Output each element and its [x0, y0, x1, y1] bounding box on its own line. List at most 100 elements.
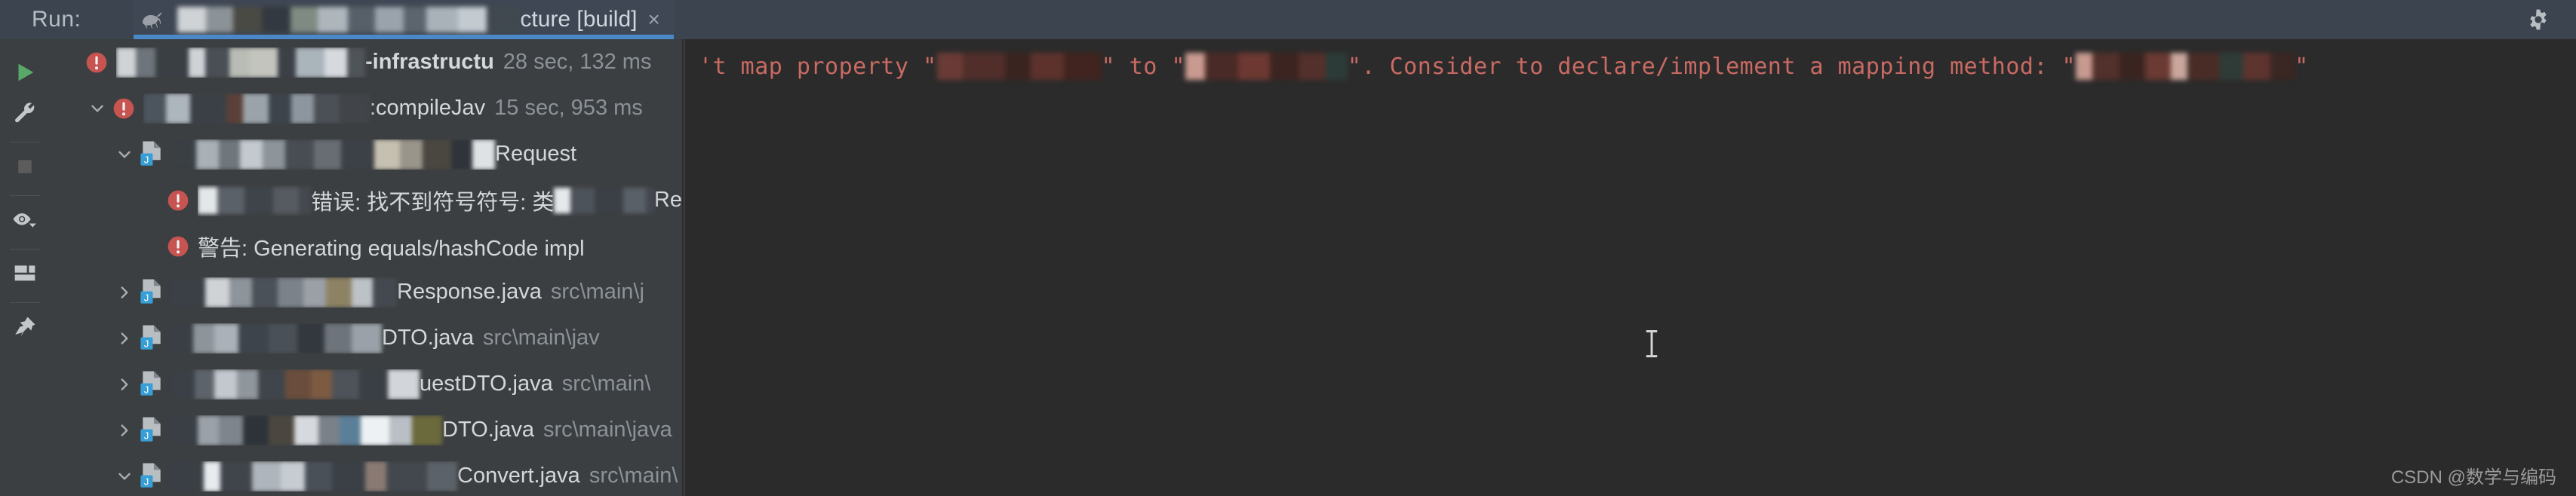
text-cursor-icon [1646, 330, 1658, 357]
java-file-icon: J [140, 140, 161, 165]
gradle-elephant-icon [143, 12, 162, 29]
svg-text:J: J [144, 384, 149, 395]
redacted-text [171, 277, 397, 308]
rerun-button[interactable] [7, 54, 43, 90]
redacted-text [171, 461, 457, 491]
wrench-icon [15, 103, 35, 123]
row-file-path: src\main\ [589, 464, 678, 488]
console-seg-3: ". Consider to declare/implement a mappi… [1347, 53, 2076, 80]
console-seg-4: " [2295, 53, 2309, 80]
redacted-text [143, 93, 370, 124]
redacted-text [198, 186, 312, 214]
stop-square-icon [18, 160, 32, 173]
row-label-text: 错误: 找不到符号符号: 类 [311, 190, 555, 215]
row-label: DTO.java src\main\jav [171, 323, 600, 354]
tree-row[interactable]: :compileJav 15 sec, 953 ms [50, 85, 682, 131]
build-console-panel[interactable]: 't map property " " to " ". Consider to de… [685, 39, 2576, 496]
row-label: :compileJav 15 sec, 953 ms [143, 93, 643, 124]
eye-dropdown-icon [13, 213, 36, 228]
row-label: 警告: Generating equals/hashCode impl [198, 231, 585, 262]
row-label-text: 警告: Generating equals/hashCode impl [198, 236, 585, 261]
toolbar-separator [10, 195, 40, 196]
redacted-mapping-method [2076, 53, 2295, 80]
layout-button[interactable] [7, 256, 43, 292]
error-icon [168, 236, 189, 256]
row-label: -infrastructu 28 sec, 132 ms [116, 47, 651, 78]
chevron-right-icon[interactable] [115, 283, 134, 302]
row-label-text: Convert.java [457, 464, 580, 488]
csdn-watermark: CSDN @数学与编码 [2390, 467, 2556, 488]
console-seg-1: 't map property " [699, 53, 937, 80]
pin-icon [15, 317, 35, 337]
row-label-text: Request [495, 142, 577, 166]
run-tab-title: cture [build] [177, 7, 637, 32]
toggle-view-button[interactable] [7, 202, 43, 238]
redacted-target-property [1185, 53, 1348, 80]
console-seg-2: " to " [1101, 53, 1185, 80]
chevron-right-icon[interactable] [115, 329, 134, 348]
row-label-text: uestDTO.java [420, 372, 553, 396]
run-tool-window-body: -infrastructu 28 sec, 132 ms :compileJav 15… [0, 39, 2576, 496]
row-label-text: -infrastructu [365, 50, 494, 74]
row-file-path: src\main\ [561, 372, 651, 396]
tree-row[interactable]: J DTO.java src\main\jav [50, 315, 682, 361]
error-icon [113, 98, 134, 118]
redacted-text [171, 369, 420, 400]
tree-row[interactable]: J Response.java src\main\j [50, 269, 682, 315]
java-file-icon: J [140, 462, 161, 487]
row-file-path: src\main\java [543, 418, 672, 442]
java-file-icon: J [140, 416, 161, 441]
tree-row[interactable]: J Request [50, 131, 682, 177]
chevron-down-icon[interactable] [115, 467, 134, 486]
run-tab-build[interactable]: cture [build] × [134, 0, 674, 39]
redacted-text [554, 187, 654, 213]
row-label-text: DTO.java [382, 326, 474, 350]
redacted-text [171, 323, 382, 354]
row-label-text: Response.java [397, 280, 542, 304]
row-label: Request [171, 139, 576, 170]
toolbar-separator [10, 249, 40, 250]
tree-row[interactable]: JuestDTO.java src\main\ [50, 361, 682, 407]
row-label: DTO.java src\main\java [171, 415, 672, 445]
run-tool-window-header: Run: cture [build] × [0, 0, 2576, 39]
row-duration: 28 sec, 132 ms [503, 50, 652, 74]
redacted-text [171, 415, 442, 445]
toolbar-separator [10, 302, 40, 303]
tree-row[interactable]: 警告: Generating equals/hashCode impl [50, 223, 682, 269]
grid-layout-icon [14, 265, 35, 281]
redacted-source-property [936, 53, 1102, 80]
settings-button[interactable] [7, 95, 43, 131]
row-label-text: DTO.java [442, 418, 534, 442]
close-icon[interactable]: × [647, 9, 659, 30]
svg-text:J: J [144, 430, 149, 441]
tree-row[interactable]: -infrastructu 28 sec, 132 ms [50, 39, 682, 85]
row-label-suffix: Re [653, 188, 682, 212]
build-tree-panel[interactable]: -infrastructu 28 sec, 132 ms :compileJav 15… [50, 39, 684, 496]
svg-text:J: J [144, 154, 149, 165]
row-label: Convert.java src\main\ [171, 461, 678, 491]
row-label: Response.java src\main\j [171, 277, 644, 308]
redacted-tab-name [177, 7, 519, 32]
row-file-path: src\main\jav [482, 326, 600, 350]
stop-button[interactable] [7, 148, 43, 185]
tree-row[interactable]: J DTO.java src\main\java [50, 407, 682, 453]
redacted-text [171, 139, 495, 170]
chevron-right-icon[interactable] [115, 421, 134, 440]
chevron-right-icon[interactable] [115, 375, 134, 394]
row-duration: 15 sec, 953 ms [494, 96, 643, 120]
java-file-icon: J [140, 278, 161, 303]
svg-text:J: J [144, 338, 149, 349]
chevron-down-icon[interactable] [88, 99, 107, 118]
error-icon [168, 190, 189, 210]
tree-row[interactable]: J Convert.java src\main\ [50, 453, 682, 496]
row-label-text: :compileJav [370, 96, 486, 120]
svg-text:J: J [144, 292, 149, 303]
tree-row[interactable]: 错误: 找不到符号符号: 类 Re [50, 177, 682, 223]
chevron-down-icon[interactable] [115, 145, 134, 164]
pin-tab-button[interactable] [7, 309, 43, 345]
tool-window-label: Run: [32, 7, 81, 32]
java-file-icon: J [140, 370, 161, 395]
console-error-line: 't map property " " to " ". Consider to de… [699, 53, 2309, 80]
gear-icon[interactable] [2526, 8, 2550, 32]
row-label: 错误: 找不到符号符号: 类 Re [198, 185, 682, 216]
